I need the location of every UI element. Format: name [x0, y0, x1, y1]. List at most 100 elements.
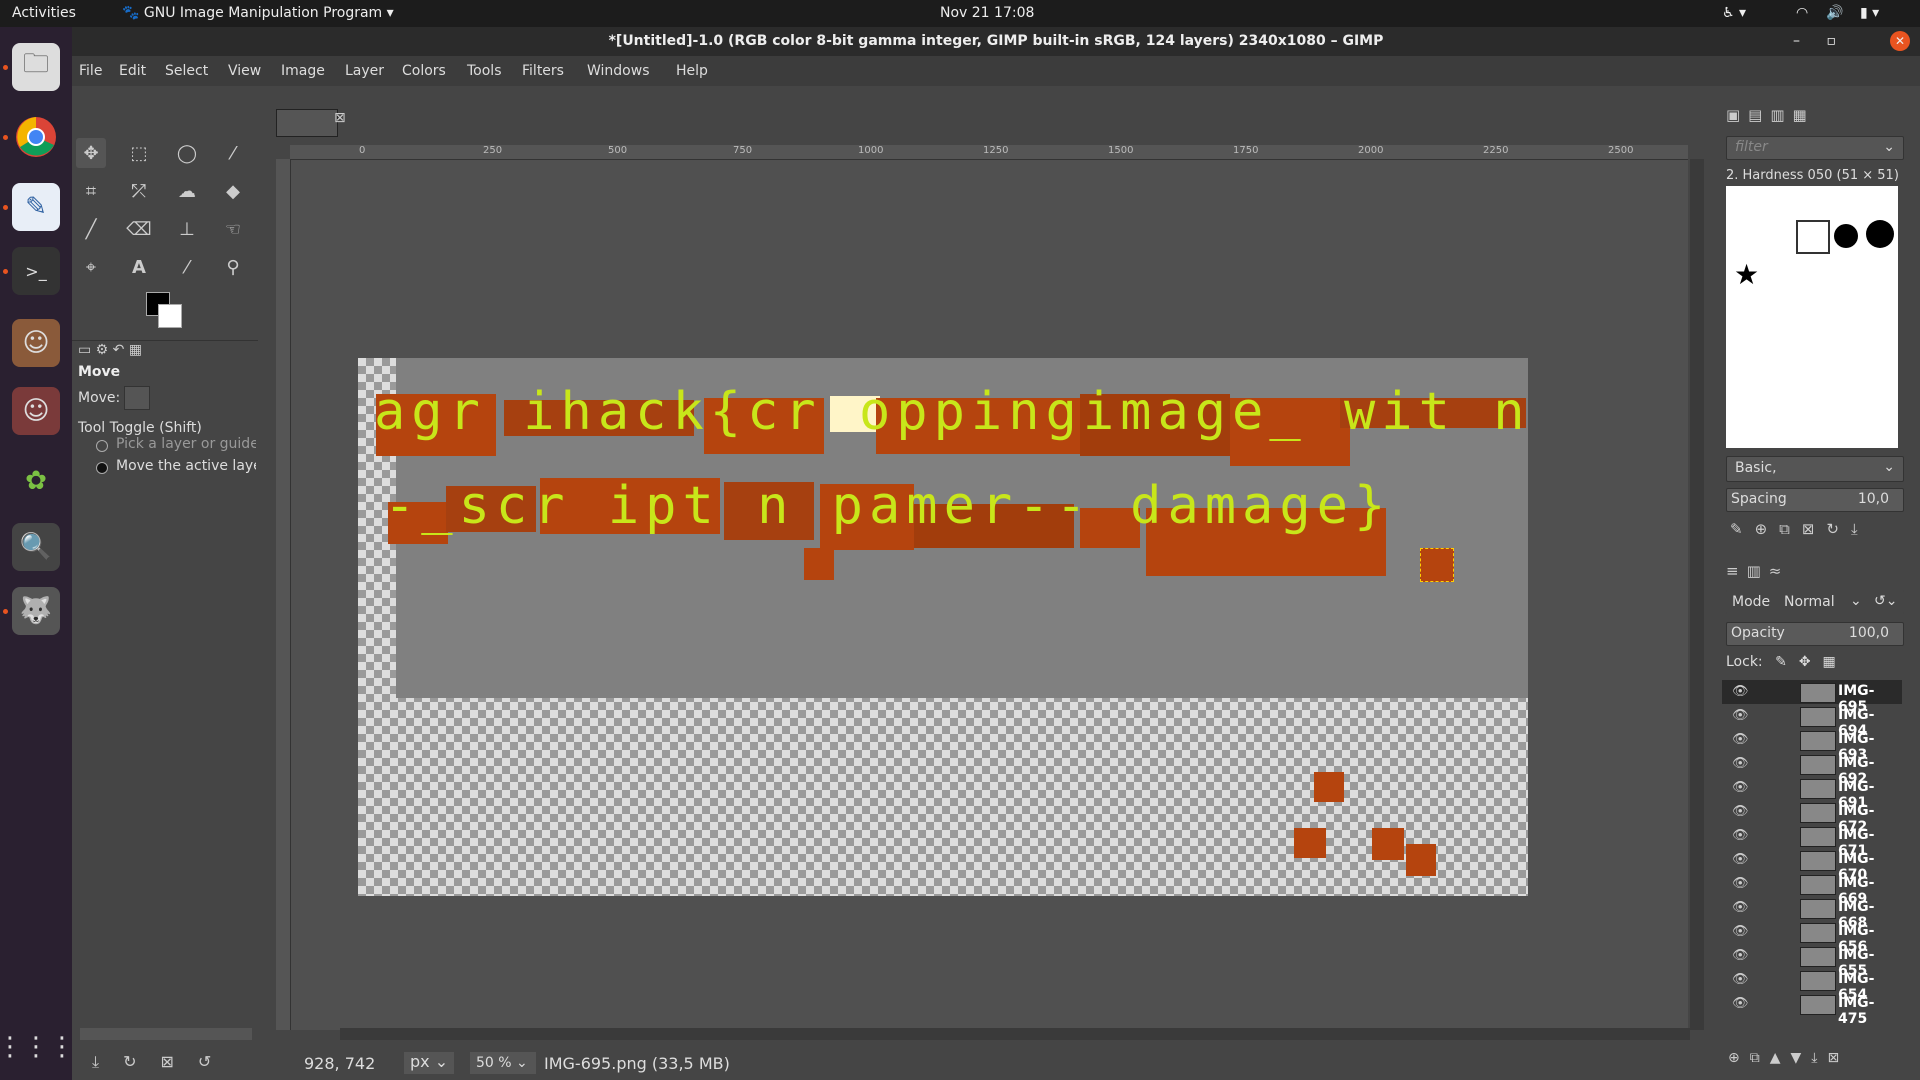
transform-tool-icon[interactable]: ⤱ — [124, 176, 154, 206]
toolbox-scrollbar[interactable] — [80, 1028, 252, 1040]
layer-row[interactable]: 👁 IMG-655 — [1722, 944, 1902, 979]
move-active-radio[interactable] — [96, 462, 108, 474]
brush-actions[interactable]: ✎⊕⧉⊠↻⤓ — [1730, 520, 1870, 538]
brushes-tabs[interactable]: ▣▤▥▦ — [1726, 106, 1815, 124]
menu-windows[interactable]: Windows — [587, 63, 650, 79]
portrait-app-icon[interactable]: ☺ — [12, 319, 60, 367]
layers-tabs[interactable]: ≡▥≈ — [1726, 562, 1789, 580]
layer-row[interactable]: 👁 IMG-654 — [1722, 968, 1902, 1003]
tool-options-tabs[interactable]: ▭ ⚙ ↶ ▦ — [78, 342, 142, 358]
mode-select[interactable]: Normal — [1784, 594, 1835, 610]
menu-filters[interactable]: Filters — [522, 63, 564, 79]
layer-row[interactable]: 👁 IMG-693 — [1722, 728, 1902, 763]
layer-row[interactable]: 👁 IMG-694 — [1722, 704, 1902, 739]
app-menu[interactable]: 🐾 GNU Image Manipulation Program ▾ — [122, 5, 394, 21]
eye-icon[interactable]: 👁 — [1732, 780, 1749, 795]
eye-icon[interactable]: 👁 — [1732, 852, 1749, 867]
layer-row[interactable]: 👁 IMG-669 — [1722, 872, 1902, 907]
menu-edit[interactable]: Edit — [119, 63, 146, 79]
volume-icon[interactable]: 🔊 — [1826, 5, 1843, 21]
eye-icon[interactable]: 👁 — [1732, 804, 1749, 819]
pick-layer-radio[interactable] — [96, 440, 108, 452]
vertical-ruler[interactable] — [276, 159, 291, 1030]
eye-icon[interactable]: 👁 — [1732, 996, 1749, 1011]
menu-colors[interactable]: Colors — [402, 63, 446, 79]
image-tab-thumbnail[interactable] — [276, 109, 338, 137]
eye-icon[interactable]: 👁 — [1732, 828, 1749, 843]
move-layer-mode-button[interactable] — [124, 386, 150, 410]
layer-row[interactable]: 👁 IMG-671 — [1722, 824, 1902, 859]
background-color[interactable] — [158, 304, 182, 328]
spacing-slider[interactable]: Spacing 10,0 — [1726, 488, 1904, 512]
layer-row[interactable]: 👁 IMG-475 — [1722, 992, 1902, 1027]
eye-icon[interactable]: 👁 — [1732, 972, 1749, 987]
layer-row[interactable]: 👁 IMG-695 — [1722, 680, 1902, 715]
eye-icon[interactable]: 👁 — [1732, 900, 1749, 915]
portrait-app-64-icon[interactable]: ☺ — [12, 387, 60, 435]
tool-options-actions[interactable]: ⤓↻⊠↺ — [92, 1052, 235, 1072]
close-tab-icon[interactable]: ⊠ — [334, 110, 346, 126]
show-apps-icon[interactable]: ⋮⋮⋮ — [0, 1023, 75, 1071]
eye-icon[interactable]: 👁 — [1732, 924, 1749, 939]
menu-view[interactable]: View — [228, 63, 261, 79]
accessibility-icon[interactable]: ♿ ▾ — [1722, 5, 1746, 21]
unit-select[interactable]: px ⌄ — [404, 1052, 454, 1074]
warp-tool-icon[interactable]: ☁ — [172, 176, 202, 206]
move-tool-icon[interactable]: ✥ — [76, 138, 106, 168]
layer-mode-row[interactable]: Mode Normal ⌄ ↺⌄ — [1726, 590, 1904, 614]
cluster-app-icon[interactable]: ✿ — [12, 457, 60, 505]
paths-tool-icon[interactable]: ⌖ — [76, 252, 106, 282]
zoom-tool-icon[interactable]: ⚲ — [218, 252, 248, 282]
bucket-fill-tool-icon[interactable]: ◆ — [218, 176, 248, 206]
menu-tools[interactable]: Tools — [467, 63, 502, 79]
lasso-tool-icon[interactable]: ◯ — [172, 138, 202, 168]
layer-row[interactable]: 👁 IMG-691 — [1722, 776, 1902, 811]
mode-reset-icon[interactable]: ↺⌄ — [1874, 593, 1897, 609]
fuzzy-select-tool-icon[interactable]: ⁄ — [218, 138, 248, 168]
menu-help[interactable]: Help — [676, 63, 708, 79]
activities-button[interactable]: Activities — [12, 5, 76, 21]
menu-layer[interactable]: Layer — [345, 63, 384, 79]
clock[interactable]: Nov 21 17:08 — [940, 5, 1034, 21]
menu-select[interactable]: Select — [165, 63, 208, 79]
horizontal-ruler[interactable]: 0 250 500 750 1000 1250 1500 1750 2000 2… — [290, 145, 1688, 160]
opacity-slider[interactable]: Opacity 100,0 — [1726, 622, 1904, 646]
eye-icon[interactable]: 👁 — [1732, 684, 1749, 699]
wifi-icon[interactable]: ◠ — [1796, 5, 1808, 21]
brush-filter-input[interactable]: filter ⌄ — [1726, 136, 1904, 160]
eye-icon[interactable]: 👁 — [1732, 876, 1749, 891]
zoom-select[interactable]: 50 % ⌄ — [470, 1052, 536, 1074]
clone-tool-icon[interactable]: ⊥ — [172, 214, 202, 244]
layer-row[interactable]: 👁 IMG-672 — [1722, 800, 1902, 835]
eye-icon[interactable]: 👁 — [1732, 948, 1749, 963]
screenshot-viewer-icon[interactable]: 🔍 — [12, 523, 60, 571]
menu-file[interactable]: File — [79, 63, 102, 79]
layer-row[interactable]: 👁 IMG-656 — [1722, 920, 1902, 955]
text-editor-icon[interactable]: ✎ — [12, 183, 60, 231]
color-picker-tool-icon[interactable]: ⁄ — [172, 252, 202, 282]
move-selection-mode-button[interactable] — [162, 386, 186, 408]
paintbrush-tool-icon[interactable]: ╱ — [76, 214, 106, 244]
layer-row[interactable]: 👁 IMG-668 — [1722, 896, 1902, 931]
smudge-tool-icon[interactable]: ☜ — [218, 214, 248, 244]
crop-tool-icon[interactable]: ⌗ — [76, 176, 106, 206]
minimize-icon[interactable]: – — [1793, 27, 1800, 56]
eye-icon[interactable]: 👁 — [1732, 708, 1749, 723]
brush-grid[interactable]: ★ — [1726, 186, 1898, 448]
terminal-icon[interactable]: >_ — [12, 247, 60, 295]
move-path-mode-button[interactable] — [200, 386, 224, 408]
active-layer-tile[interactable] — [1420, 548, 1454, 582]
eye-icon[interactable]: 👁 — [1732, 732, 1749, 747]
brush-preset-select[interactable]: Basic, ⌄ — [1726, 456, 1904, 482]
text-tool-icon[interactable]: A — [124, 252, 154, 282]
files-icon[interactable]: 🗀 — [12, 43, 60, 91]
menu-image[interactable]: Image — [281, 63, 325, 79]
eye-icon[interactable]: 👁 — [1732, 756, 1749, 771]
horizontal-scrollbar[interactable] — [340, 1028, 1690, 1040]
lock-icons[interactable]: ✎✥▦ — [1775, 654, 1848, 670]
layer-row[interactable]: 👁 IMG-692 — [1722, 752, 1902, 787]
eraser-tool-icon[interactable]: ⌫ — [124, 214, 154, 244]
maximize-icon[interactable]: ▫ — [1827, 27, 1837, 56]
battery-icon[interactable]: ▮ ▾ — [1860, 5, 1879, 21]
layer-row[interactable]: 👁 IMG-670 — [1722, 848, 1902, 883]
